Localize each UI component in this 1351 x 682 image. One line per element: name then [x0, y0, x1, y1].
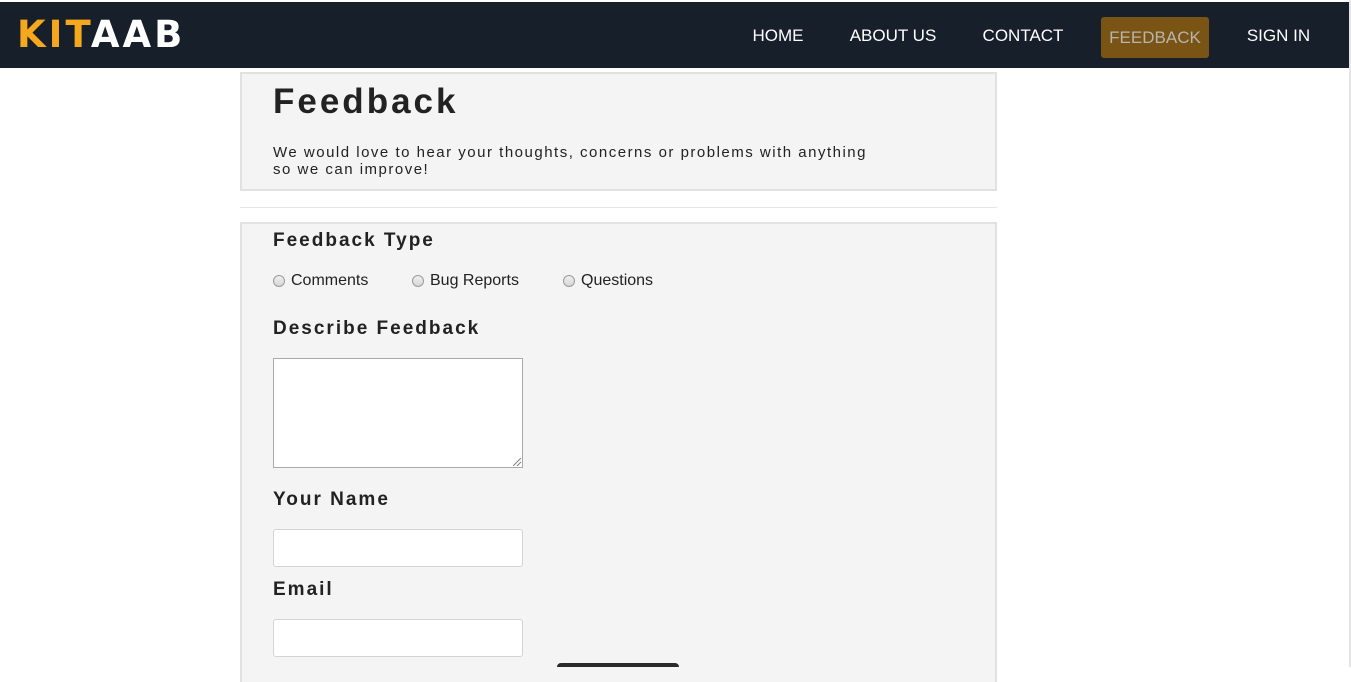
- radio-questions[interactable]: Questions: [563, 271, 653, 291]
- describe-feedback-textarea[interactable]: [273, 358, 523, 468]
- nav-contact[interactable]: CONTACT: [975, 15, 1071, 56]
- feedback-form: Feedback Type Comments Bug Reports Quest…: [240, 222, 997, 682]
- page-title: Feedback: [273, 82, 459, 121]
- your-name-input[interactable]: [273, 529, 523, 567]
- page-subtitle: We would love to hear your thoughts, con…: [273, 144, 867, 178]
- email-label: Email: [273, 579, 334, 600]
- radio-comments-label: Comments: [291, 272, 369, 289]
- radio-comments[interactable]: Comments: [273, 271, 368, 291]
- radio-button[interactable]: [563, 275, 575, 287]
- feedback-header-card: Feedback We would love to hear your thou…: [240, 72, 997, 191]
- partially-visible-button[interactable]: [557, 663, 679, 667]
- radio-button[interactable]: [412, 275, 424, 287]
- feedback-type-label: Feedback Type: [273, 230, 435, 251]
- radio-questions-label: Questions: [581, 272, 654, 289]
- logo-accent-text: KIT: [17, 13, 91, 56]
- nav-about-us[interactable]: ABOUT US: [842, 15, 944, 56]
- your-name-label: Your Name: [273, 489, 390, 510]
- describe-feedback-label: Describe Feedback: [273, 318, 481, 339]
- radio-bug-reports[interactable]: Bug Reports: [412, 271, 519, 291]
- kitaab-logo[interactable]: KITAAB: [17, 16, 185, 54]
- resize-handle-icon[interactable]: [513, 458, 521, 466]
- nav-sign-in[interactable]: SIGN IN: [1240, 15, 1317, 56]
- nav-feedback[interactable]: FEEDBACK: [1101, 17, 1209, 58]
- section-divider: [240, 207, 997, 208]
- logo-rest-text: AAB: [90, 13, 186, 56]
- nav-home[interactable]: HOME: [745, 15, 811, 56]
- radio-button[interactable]: [273, 275, 285, 287]
- email-input[interactable]: [273, 619, 523, 657]
- radio-bug-reports-label: Bug Reports: [430, 272, 519, 289]
- navbar: KITAAB HOME ABOUT US CONTACT FEEDBACK SI…: [0, 2, 1349, 68]
